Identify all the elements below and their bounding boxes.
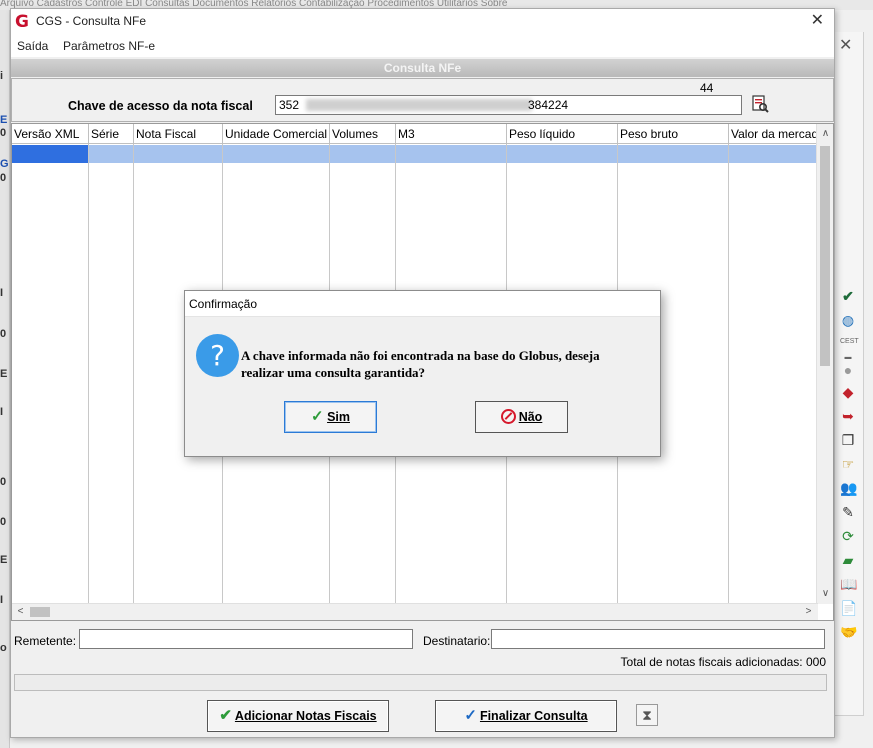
- people-icon[interactable]: 👥: [840, 480, 857, 496]
- background-window-edge: i E 0 G 0 I 0 E I 0 0 E I o: [0, 10, 10, 748]
- prohibited-icon: [500, 409, 516, 424]
- menu-parametros-nfe[interactable]: Parâmetros NF-e: [63, 39, 155, 53]
- column-divider: [728, 144, 729, 604]
- window-title: CGS - Consulta NFe: [36, 14, 147, 28]
- column-header-peso-liquido[interactable]: Peso líquido: [507, 124, 618, 144]
- background-letter: I: [0, 406, 4, 418]
- redacted-key-mask: [306, 99, 532, 111]
- column-header-m3[interactable]: M3: [396, 124, 507, 144]
- background-letter: o: [0, 642, 7, 654]
- column-header-valor-mercadoria[interactable]: Valor da mercado: [729, 124, 818, 144]
- pointer-icon[interactable]: ☞: [840, 456, 856, 472]
- access-key-value-start: 352: [279, 98, 300, 112]
- column-header-peso-bruto[interactable]: Peso bruto: [618, 124, 729, 144]
- circle-icon[interactable]: ●: [840, 362, 856, 378]
- background-letter: i: [0, 70, 4, 82]
- column-header-unidade-comercial[interactable]: Unidade Comercial: [223, 124, 330, 144]
- background-letter: 0: [0, 516, 7, 528]
- copy-icon[interactable]: ❐: [840, 432, 856, 448]
- search-document-icon[interactable]: [751, 95, 769, 113]
- column-header-volumes[interactable]: Volumes: [330, 124, 396, 144]
- double-check-icon: ✔: [219, 707, 232, 724]
- menu-bar: Saída Parâmetros NF-e: [11, 35, 834, 57]
- scroll-right-arrow[interactable]: >: [800, 606, 817, 618]
- selected-cell[interactable]: [12, 145, 88, 163]
- add-notas-fiscais-label: Adicionar Notas Fiscais: [234, 709, 377, 723]
- grid-header: Versão XML Série Nota Fiscal Unidade Com…: [12, 124, 818, 144]
- book-icon[interactable]: 📖: [840, 576, 857, 592]
- column-header-nota-fiscal[interactable]: Nota Fiscal: [134, 124, 223, 144]
- horizontal-scroll-thumb[interactable]: [30, 607, 50, 617]
- progress-bar: [14, 674, 827, 691]
- close-icon[interactable]: ✕: [811, 12, 824, 30]
- check-icon[interactable]: ✔: [840, 288, 856, 304]
- check-icon: ✓: [464, 707, 477, 724]
- scroll-up-arrow[interactable]: ∧: [817, 128, 833, 140]
- globe-icon[interactable]: ◍: [840, 312, 856, 328]
- column-divider: [133, 144, 134, 604]
- dialog-message-line-2: realizar uma consulta garantida?: [241, 365, 426, 380]
- background-letter: 0: [0, 172, 7, 184]
- background-letter: G: [0, 158, 9, 170]
- scroll-down-arrow[interactable]: ∨: [817, 588, 833, 600]
- form-caption: Consulta NFe: [11, 59, 834, 77]
- vertical-scrollbar[interactable]: ∧ ∨: [816, 124, 833, 604]
- background-letter: I: [0, 594, 4, 606]
- column-header-versao-xml[interactable]: Versão XML: [12, 124, 89, 144]
- export-icon[interactable]: ➥: [840, 408, 856, 424]
- access-key-value-end: 384224: [528, 98, 569, 112]
- document-icon[interactable]: 📄: [840, 600, 857, 616]
- add-notas-fiscais-button[interactable]: ✔ Adicionar Notas Fiscais: [207, 700, 389, 732]
- dialog-message: A chave informada não foi encontrada na …: [241, 347, 641, 381]
- vertical-scroll-thumb[interactable]: [820, 146, 830, 366]
- menu-saida[interactable]: Saída: [17, 39, 48, 53]
- remetente-field[interactable]: [79, 629, 413, 649]
- dialog-message-line-1: A chave informada não foi encontrada na …: [241, 348, 600, 363]
- background-letter: 0: [0, 127, 7, 139]
- handshake-icon[interactable]: 🤝: [840, 624, 857, 640]
- key-length-count: 44: [700, 81, 714, 95]
- no-button[interactable]: Não: [475, 401, 568, 433]
- finalizar-consulta-button[interactable]: ✓ Finalizar Consulta: [435, 700, 617, 732]
- eraser-icon[interactable]: ◆: [840, 384, 856, 400]
- hourglass-icon[interactable]: ⧗: [636, 704, 658, 726]
- car-icon[interactable]: ▰: [840, 552, 856, 568]
- background-letter: E: [0, 114, 8, 126]
- refresh-icon[interactable]: ⟳: [840, 528, 856, 544]
- total-notas-label: Total de notas fiscais adicionadas: 000: [620, 655, 826, 669]
- destinatario-label: Destinatario:: [423, 634, 491, 648]
- yes-button[interactable]: ✓ Sim: [284, 401, 377, 433]
- column-header-serie[interactable]: Série: [89, 124, 134, 144]
- question-icon: ?: [196, 334, 239, 377]
- yes-label: Sim: [327, 410, 350, 424]
- check-icon: ✓: [311, 408, 324, 425]
- background-side-toolbar: ✕ ✔ ◍ CEST ▬ ● ◆ ➥ ❐ ☞ 👥 ✎ ⟳ ▰ 📖 📄 🤝: [834, 32, 864, 716]
- app-logo-icon: G: [15, 12, 29, 32]
- background-letter: E: [0, 554, 8, 566]
- background-letter: I: [0, 287, 4, 299]
- edit-icon[interactable]: ✎: [840, 504, 856, 520]
- remetente-label: Remetente:: [14, 634, 77, 648]
- column-divider: [88, 144, 89, 604]
- access-key-label: Chave de acesso da nota fiscal: [68, 99, 253, 113]
- destinatario-field[interactable]: [491, 629, 825, 649]
- access-key-panel: 44 Chave de acesso da nota fiscal 352 384…: [11, 78, 834, 122]
- background-close-icon[interactable]: ✕: [839, 38, 852, 54]
- background-letter: 0: [0, 476, 7, 488]
- background-letter: 0: [0, 328, 7, 340]
- access-key-input[interactable]: 352 384224: [275, 95, 742, 115]
- scroll-left-arrow[interactable]: <: [12, 606, 29, 618]
- title-bar: G CGS - Consulta NFe ✕: [11, 9, 834, 35]
- finalizar-consulta-label: Finalizar Consulta: [479, 709, 588, 723]
- horizontal-scrollbar[interactable]: < >: [12, 603, 818, 620]
- background-letter: E: [0, 368, 8, 380]
- cest-icon[interactable]: CEST ▬: [840, 334, 859, 361]
- confirmation-dialog: Confirmação ? A chave informada não foi …: [184, 290, 661, 457]
- no-label: Não: [518, 410, 543, 424]
- dialog-title: Confirmação: [185, 291, 660, 317]
